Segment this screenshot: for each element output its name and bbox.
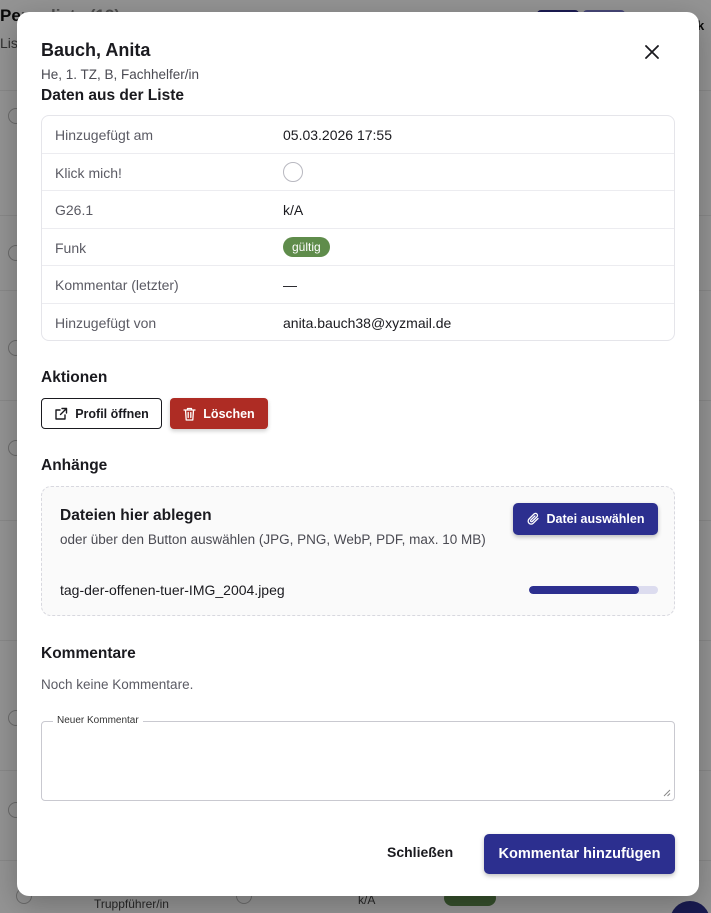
comments-heading: Kommentare	[41, 645, 136, 662]
status-badge: gültig	[283, 236, 330, 257]
upload-progress-bar	[529, 586, 658, 594]
new-comment-label: Neuer Kommentar	[53, 715, 143, 726]
file-dropzone[interactable]: Dateien hier ablegen oder über den Butto…	[41, 486, 675, 616]
close-button[interactable]	[641, 41, 663, 63]
open-profile-button[interactable]: Profil öffnen	[41, 398, 162, 429]
details-value: 05.03.2026 17:55	[283, 127, 392, 143]
details-key: G26.1	[55, 202, 94, 218]
details-row: Kommentar (letzter) —	[42, 266, 674, 304]
dialog-subtitle: He, 1. TZ, B, Fachhelfer/in	[41, 67, 200, 82]
add-comment-label: Kommentar hinzufügen	[498, 846, 661, 862]
details-value: k/A	[283, 202, 304, 218]
person-detail-dialog: Bauch, Anita He, 1. TZ, B, Fachhelfer/in…	[17, 12, 699, 896]
details-row: Hinzugefügt von anita.bauch38@xyzmail.de	[42, 304, 674, 341]
details-heading: Daten aus der Liste	[41, 87, 184, 104]
click-me-radio[interactable]	[283, 161, 303, 182]
close-dialog-button[interactable]: Schließen	[387, 844, 453, 860]
select-file-label: Datei auswählen	[546, 512, 645, 526]
no-comments-text: Noch keine Kommentare.	[41, 677, 194, 692]
select-file-button[interactable]: Datei auswählen	[513, 503, 658, 535]
resize-grip-icon[interactable]	[663, 789, 671, 797]
details-row: Funk gültig	[42, 229, 674, 266]
add-comment-button[interactable]: Kommentar hinzufügen	[484, 834, 675, 874]
actions-heading: Aktionen	[41, 369, 108, 386]
details-table: Hinzugefügt am 05.03.2026 17:55 Klick mi…	[41, 115, 675, 341]
details-key: Hinzugefügt von	[55, 314, 157, 331]
paperclip-icon	[527, 512, 539, 525]
details-key: Hinzugefügt am	[55, 127, 154, 143]
upload-progress-fill	[529, 586, 639, 594]
details-key: Klick mich!	[55, 164, 122, 181]
new-comment-field: Neuer Kommentar	[41, 715, 675, 801]
open-profile-label: Profil öffnen	[75, 406, 149, 421]
delete-button[interactable]: Löschen	[170, 398, 268, 429]
uploaded-file-name: tag-der-offenen-tuer-IMG_2004.jpeg	[60, 582, 285, 598]
details-row: Klick mich!	[42, 154, 674, 191]
close-icon	[645, 45, 659, 59]
dropzone-hint: oder über den Button auswählen (JPG, PNG…	[60, 532, 486, 547]
details-row: G26.1 k/A	[42, 191, 674, 229]
details-row: Hinzugefügt am 05.03.2026 17:55	[42, 116, 674, 154]
attachments-heading: Anhänge	[41, 457, 108, 474]
dialog-title: Bauch, Anita	[41, 40, 151, 60]
trash-icon	[183, 407, 196, 421]
delete-label: Löschen	[203, 406, 255, 421]
external-link-icon	[55, 407, 68, 420]
details-value: —	[283, 277, 297, 293]
new-comment-textarea[interactable]	[42, 722, 674, 800]
details-value: anita.bauch38@xyzmail.de	[283, 314, 452, 331]
dropzone-title: Dateien hier ablegen	[60, 507, 212, 524]
details-key: Funk	[55, 239, 87, 256]
details-key: Kommentar (letzter)	[55, 277, 179, 293]
